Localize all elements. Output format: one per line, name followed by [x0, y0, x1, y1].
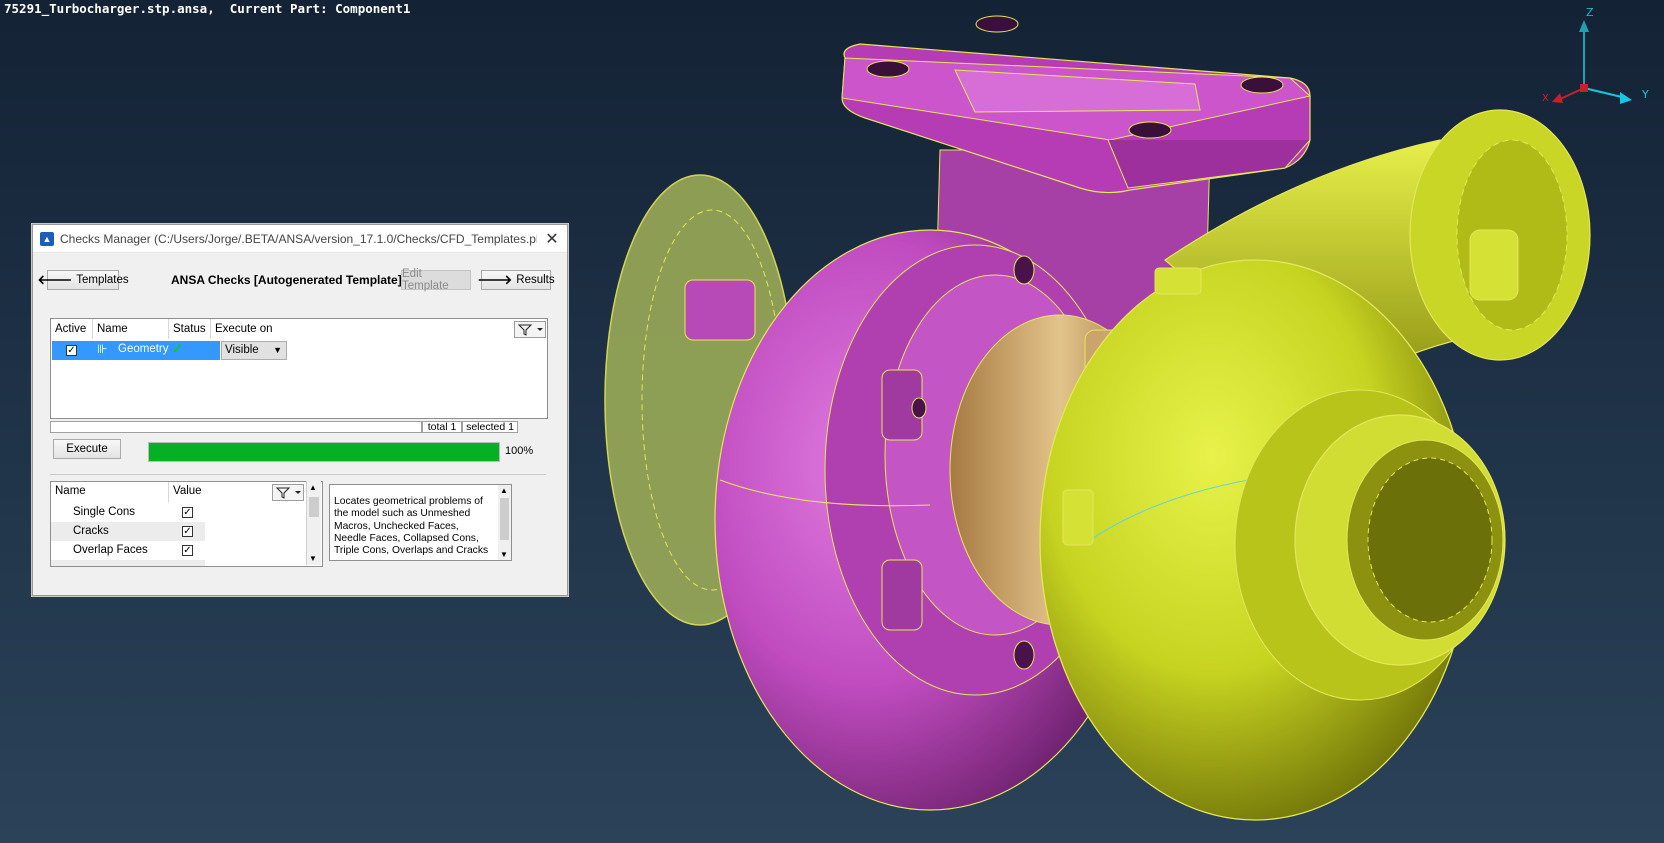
- status-spacer: [50, 421, 422, 433]
- col-status[interactable]: Status: [169, 319, 211, 339]
- param-name: Single Cons: [73, 506, 136, 518]
- arrow-left-icon: 🡐: [37, 272, 73, 287]
- filter-icon[interactable]: [514, 321, 546, 338]
- progress-fill: [149, 443, 499, 461]
- checks-manager-dialog[interactable]: ▲ Checks Manager (C:/Users/Jorge/.BETA/A…: [32, 224, 568, 596]
- parameters-scrollbar[interactable]: ▲ ▼: [306, 481, 321, 565]
- param-col-value[interactable]: Value: [173, 485, 202, 497]
- axis-triad: Z Y X: [1542, 6, 1649, 104]
- results-button[interactable]: 🡒 Results: [477, 270, 555, 290]
- param-name: Cracks: [73, 525, 109, 537]
- dialog-title: Checks Manager (C:/Users/Jorge/.BETA/ANS…: [60, 231, 537, 246]
- arrow-right-icon: 🡒: [477, 272, 513, 287]
- axis-y-label: Y: [1641, 88, 1649, 101]
- ansa-app-icon: ▲: [40, 231, 54, 246]
- active-checkbox[interactable]: ✓: [66, 345, 77, 356]
- desc-scroll-down-icon[interactable]: ▼: [500, 550, 508, 559]
- desc-scroll-thumb[interactable]: [500, 498, 509, 540]
- axis-z-label: Z: [1586, 6, 1594, 19]
- header-divider: [168, 482, 169, 502]
- edit-template-button[interactable]: Edit Template: [401, 268, 471, 292]
- templates-button[interactable]: 🡐 Templates: [37, 270, 129, 290]
- dialog-toolbar: 🡐 Templates ANSA Checks [Autogenerated T…: [37, 268, 555, 292]
- description-scrollbar[interactable]: ▲ ▼: [498, 485, 511, 560]
- total-count: total 1: [422, 421, 462, 433]
- checks-table[interactable]: Active Name Status Execute on ✓ ⊪ Geomet…: [50, 318, 548, 419]
- param-filter-icon[interactable]: [272, 484, 304, 501]
- template-name: ANSA Checks [Autogenerated Template]: [171, 273, 402, 287]
- execute-on-select[interactable]: Visible ▼: [221, 341, 287, 360]
- list-item[interactable]: Overlap Faces ✓: [51, 541, 205, 560]
- templates-button-label: Templates: [76, 274, 129, 286]
- col-name[interactable]: Name: [93, 319, 169, 339]
- progress-bar: [148, 442, 500, 462]
- cracks-checkbox[interactable]: ✓: [182, 526, 193, 537]
- col-active[interactable]: Active: [51, 319, 93, 339]
- status-ok-icon: ✓: [172, 341, 183, 356]
- selected-count: selected 1: [462, 421, 518, 433]
- axis-x-label: X: [1542, 93, 1549, 104]
- parameters-table[interactable]: Name Value Single Cons ✓ Cracks ✓ Overla…: [50, 481, 323, 567]
- geometry-check-icon: ⊪: [97, 342, 108, 356]
- execute-on-value: Visible: [225, 344, 259, 356]
- single-cons-checkbox[interactable]: ✓: [182, 507, 193, 518]
- scroll-up-icon[interactable]: ▲: [309, 483, 317, 492]
- list-item-partial: [51, 560, 205, 566]
- list-item[interactable]: Single Cons ✓: [51, 503, 205, 522]
- close-icon[interactable]: ✕: [537, 229, 567, 249]
- progress-percent: 100%: [505, 445, 534, 457]
- col-execute-on[interactable]: Execute on: [211, 319, 301, 339]
- table-status-bar: total 1 selected 1: [50, 421, 546, 434]
- overlap-faces-checkbox[interactable]: ✓: [182, 545, 193, 556]
- table-row[interactable]: ✓ ⊪ Geometry ✓: [52, 341, 220, 360]
- scroll-down-icon[interactable]: ▼: [309, 554, 317, 563]
- chevron-down-icon: ▼: [273, 345, 282, 355]
- param-col-name[interactable]: Name: [55, 485, 86, 497]
- list-item[interactable]: Cracks ✓: [51, 522, 205, 541]
- desc-scroll-up-icon[interactable]: ▲: [500, 486, 508, 495]
- results-button-label: Results: [516, 274, 555, 286]
- param-name: Overlap Faces: [73, 544, 148, 556]
- divider: [50, 474, 546, 475]
- scroll-thumb[interactable]: [309, 497, 319, 517]
- check-description: Locates geometrical problems of the mode…: [329, 484, 512, 561]
- dialog-titlebar[interactable]: ▲ Checks Manager (C:/Users/Jorge/.BETA/A…: [33, 225, 567, 253]
- execute-button[interactable]: Execute: [53, 439, 121, 459]
- check-name: Geometry: [118, 343, 169, 355]
